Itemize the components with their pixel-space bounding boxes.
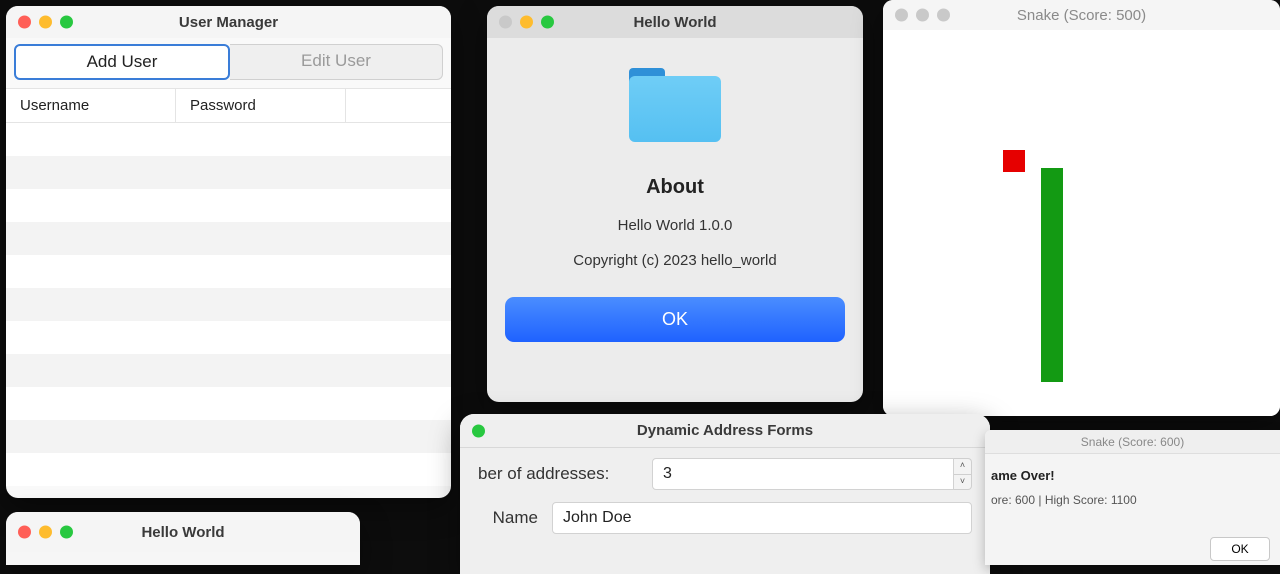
col-username[interactable]: Username [6, 89, 176, 122]
col-empty [346, 89, 451, 122]
address-titlebar[interactable]: Dynamic Address Forms [460, 414, 990, 448]
close-icon[interactable] [499, 16, 512, 29]
zoom-icon[interactable] [60, 16, 73, 29]
name-label: Name [478, 508, 538, 528]
table-row[interactable] [6, 321, 451, 354]
about-heading: About [505, 176, 845, 199]
close-icon[interactable] [895, 9, 908, 22]
window-title: User Manager [18, 14, 439, 31]
stepper-up-icon[interactable]: ˄ [954, 459, 971, 475]
minimize-icon[interactable] [39, 16, 52, 29]
table-row[interactable] [6, 222, 451, 255]
minimize-icon[interactable] [39, 526, 52, 539]
tab-add-user[interactable]: Add User [14, 44, 230, 80]
table-row[interactable] [6, 453, 451, 486]
close-icon[interactable] [18, 16, 31, 29]
table-row[interactable] [6, 354, 451, 387]
stepper: ˄ ˅ [954, 458, 972, 490]
num-addresses-label: ber of addresses: [478, 464, 638, 484]
table-header: Username Password [6, 88, 451, 123]
table-row[interactable] [6, 123, 451, 156]
about-window: Hello World About Hello World 1.0.0 Copy… [487, 6, 863, 402]
window-title: Snake (Score: 500) [895, 7, 1268, 24]
gameover-heading: ame Over! [991, 468, 1270, 483]
score-text: ore: 600 | High Score: 1100 [991, 493, 1270, 507]
about-titlebar[interactable]: Hello World [487, 6, 863, 38]
window-title: Dynamic Address Forms [472, 422, 978, 439]
num-addresses-input[interactable] [652, 458, 954, 490]
close-icon[interactable] [18, 526, 31, 539]
user-manager-window: User Manager Add User Edit User Username… [6, 6, 451, 498]
snake-window: Snake (Score: 500) [883, 0, 1280, 416]
table-row[interactable] [6, 255, 451, 288]
table-row[interactable] [6, 420, 451, 453]
zoom-icon[interactable] [60, 526, 73, 539]
food-icon [1003, 150, 1025, 172]
row-number-of-addresses: ber of addresses: ˄ ˅ [478, 458, 972, 490]
hello2-titlebar[interactable]: Hello World [6, 512, 360, 552]
table-row[interactable] [6, 189, 451, 222]
address-forms-window: Dynamic Address Forms ber of addresses: … [460, 414, 990, 574]
zoom-icon[interactable] [937, 9, 950, 22]
table-row[interactable] [6, 288, 451, 321]
folder-icon [629, 68, 721, 142]
col-password[interactable]: Password [176, 89, 346, 122]
hello-world-window: Hello World [6, 512, 360, 565]
ok-button[interactable]: OK [505, 297, 845, 342]
copyright-text: Copyright (c) 2023 hello_world [505, 252, 845, 269]
zoom-icon[interactable] [541, 16, 554, 29]
row-name: Name [478, 502, 972, 534]
segmented-tabs: Add User Edit User [6, 38, 451, 88]
name-input[interactable] [552, 502, 972, 534]
snake-titlebar[interactable]: Snake (Score: 500) [883, 0, 1280, 30]
user-manager-titlebar[interactable]: User Manager [6, 6, 451, 38]
tab-edit-user[interactable]: Edit User [230, 44, 443, 80]
minimize-icon[interactable] [520, 16, 533, 29]
snake-body [1041, 168, 1063, 382]
table-row[interactable] [6, 156, 451, 189]
ok-button[interactable]: OK [1210, 537, 1270, 561]
zoom-icon[interactable] [472, 424, 485, 437]
window-title: Snake (Score: 600) [997, 435, 1268, 449]
minimize-icon[interactable] [916, 9, 929, 22]
snake600-titlebar[interactable]: Snake (Score: 600) [985, 430, 1280, 454]
stepper-down-icon[interactable]: ˅ [954, 475, 971, 490]
table-row[interactable] [6, 387, 451, 420]
version-text: Hello World 1.0.0 [505, 217, 845, 234]
table-body [6, 123, 451, 486]
game-canvas[interactable] [883, 30, 1280, 416]
snake-gameover-window: Snake (Score: 600) ame Over! ore: 600 | … [985, 430, 1280, 565]
